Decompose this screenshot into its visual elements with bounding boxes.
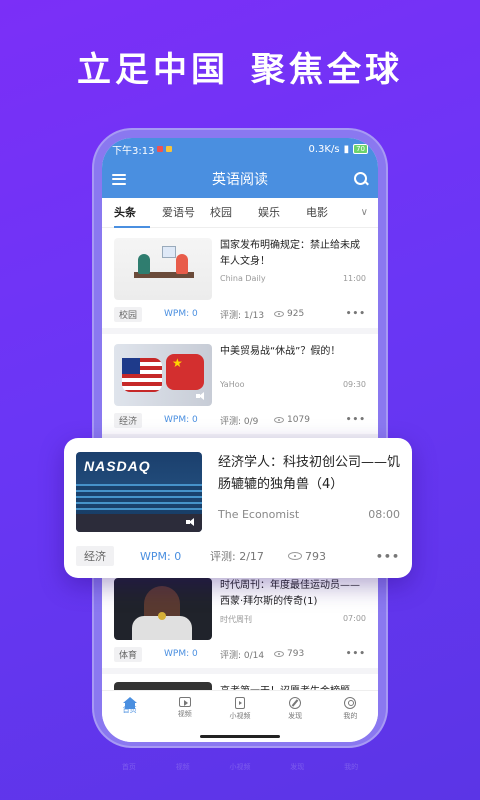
- phone-reflection: 首页 视频 小视频 发现 我的: [102, 748, 378, 800]
- article-title: 时代周刊：年度最佳运动员——西蒙·拜尔斯的传奇(1): [220, 580, 360, 607]
- category-tag: 经济: [76, 546, 114, 566]
- wpm-value: WPM: 0: [164, 309, 198, 319]
- article-source: The Economist: [218, 508, 300, 521]
- battery-icon: 70: [353, 144, 368, 154]
- reflection-label: 视频: [175, 763, 190, 771]
- view-count: 793: [287, 649, 305, 659]
- article-time: 11:00: [342, 274, 366, 283]
- article-source: 时代周刊: [220, 615, 252, 624]
- view-count: 925: [287, 309, 305, 319]
- search-icon[interactable]: [354, 172, 368, 186]
- tab-campus[interactable]: 校园: [210, 198, 258, 228]
- article-source: China Daily: [220, 274, 266, 283]
- article-time: 07:00: [342, 614, 366, 623]
- short-video-icon: [234, 697, 245, 709]
- wpm-value: WPM: 0: [140, 549, 182, 563]
- tab-headlines[interactable]: 头条: [114, 198, 162, 228]
- article-thumbnail: [114, 578, 212, 640]
- view-count: 1079: [287, 415, 310, 425]
- eye-icon: [274, 651, 285, 657]
- eye-icon: [274, 417, 285, 423]
- nav-video[interactable]: 视频: [165, 697, 205, 719]
- notification-icon: [166, 146, 173, 152]
- article-title: 中美贸易战“休战”？假的！: [220, 346, 341, 357]
- nav-home[interactable]: 首页: [110, 697, 150, 715]
- category-tag: 校园: [114, 306, 143, 322]
- tab-movies[interactable]: 电影: [306, 198, 354, 228]
- nav-label: 发现: [288, 712, 303, 720]
- score-value: 评测: 0/9: [220, 416, 259, 427]
- more-icon[interactable]: •••: [346, 309, 366, 319]
- category-tabs: 头条 爱语号 校园 娱乐 电影 ∨: [102, 198, 378, 228]
- reflection-label: 首页: [121, 763, 136, 771]
- article-card[interactable]: 国家发布明确规定：禁止给未成年人文身！ China Daily 11:00 校园…: [102, 228, 378, 334]
- article-thumbnail: [114, 238, 212, 300]
- bottom-nav: 首页 视频 小视频 发现 我的: [102, 690, 378, 742]
- nav-label: 视频: [177, 710, 192, 718]
- reflection-label: 发现: [290, 763, 305, 771]
- nav-me[interactable]: 我的: [330, 697, 370, 721]
- more-icon[interactable]: •••: [346, 415, 366, 425]
- article-title: 经济学人：科技初创公司——饥肠辘辘的独角兽（4）: [218, 455, 401, 492]
- app-title: 英语阅读: [212, 172, 268, 188]
- article-source: YaHoo: [220, 380, 245, 389]
- app-bar: 英语阅读: [102, 160, 378, 198]
- nav-discover[interactable]: 发现: [275, 697, 315, 721]
- compass-icon: [289, 697, 302, 709]
- tab-entertainment[interactable]: 娱乐: [258, 198, 306, 228]
- menu-icon[interactable]: [112, 173, 126, 185]
- article-card[interactable]: 时代周刊：年度最佳运动员——西蒙·拜尔斯的传奇(1) 时代周刊 07:00 体育…: [102, 568, 378, 674]
- signal-icon: ▮: [343, 143, 350, 155]
- reflection-label: 我的: [344, 763, 359, 771]
- reflection-label: 小视频: [229, 763, 251, 771]
- score-value: 评测: 1/13: [220, 310, 265, 321]
- headline-right: 聚焦全球: [251, 50, 403, 90]
- category-tag: 体育: [114, 646, 143, 662]
- promo-headline: 立足中国 聚焦全球: [0, 42, 480, 91]
- article-time: 09:30: [342, 380, 366, 389]
- category-tag: 经济: [114, 412, 143, 428]
- more-icon[interactable]: •••: [376, 550, 400, 563]
- score-value: 评测: 0/14: [220, 650, 265, 661]
- featured-article-card[interactable]: NASDAQ 经济学人：科技初创公司——饥肠辘辘的独角兽（4） The Econ…: [64, 438, 412, 578]
- nav-short-video[interactable]: 小视频: [220, 697, 260, 721]
- status-time: 下午3:13: [112, 145, 155, 157]
- speaker-icon: [196, 392, 206, 400]
- network-speed: 0.3K/s: [308, 143, 340, 155]
- score-value: 评测: 2/17: [210, 550, 264, 563]
- article-card[interactable]: 中美贸易战“休战”？假的！ YaHoo 09:30 经济 WPM: 0 评测: …: [102, 334, 378, 440]
- tab-aiyuhao[interactable]: 爱语号: [162, 198, 210, 228]
- status-bar: 下午3:13 0.3K/s ▮ 70: [102, 138, 378, 160]
- notification-icon: [157, 146, 164, 152]
- nav-label: 小视频: [229, 712, 251, 720]
- eye-icon: [288, 552, 302, 560]
- home-icon: [122, 697, 137, 709]
- article-time: 08:00: [368, 508, 400, 521]
- article-thumbnail: NASDAQ: [76, 452, 202, 532]
- article-thumbnail: [114, 344, 212, 406]
- thumbnail-logo-text: NASDAQ: [84, 458, 151, 474]
- article-title: 国家发布明确规定：禁止给未成年人文身！: [220, 240, 360, 267]
- headline-left: 立足中国: [77, 50, 229, 90]
- wpm-value: WPM: 0: [164, 649, 198, 659]
- home-indicator: [200, 735, 280, 738]
- wpm-value: WPM: 0: [164, 415, 198, 425]
- view-count: 793: [305, 549, 326, 563]
- more-icon[interactable]: •••: [346, 649, 366, 659]
- chevron-down-icon[interactable]: ∨: [361, 207, 368, 218]
- profile-icon: [344, 697, 357, 709]
- eye-icon: [274, 311, 285, 317]
- nav-label: 我的: [343, 712, 358, 720]
- speaker-icon: [186, 518, 196, 526]
- video-icon: [178, 697, 191, 707]
